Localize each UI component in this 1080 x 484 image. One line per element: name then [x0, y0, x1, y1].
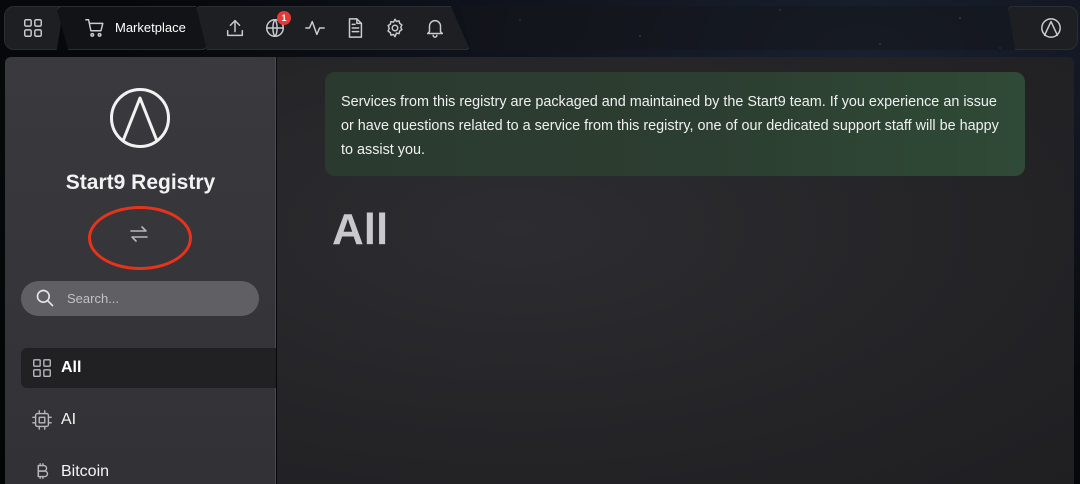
main-content: Services from this registry are packaged…: [277, 57, 1074, 484]
marketplace-label[interactable]: Marketplace: [115, 20, 186, 35]
sidebar: Start9 Registry All AI Bitcoin: [5, 57, 276, 484]
category-all[interactable]: All: [21, 348, 276, 388]
registry-title: Start9 Registry: [65, 171, 216, 194]
category-label: AI: [61, 411, 77, 428]
apps-grid-icon[interactable]: [19, 14, 47, 42]
document-icon[interactable]: [341, 14, 369, 42]
bell-icon[interactable]: [421, 14, 449, 42]
notification-badge: 1: [277, 11, 291, 25]
switch-registry-icon[interactable]: [127, 222, 151, 246]
search-bar[interactable]: [21, 281, 259, 316]
category-bitcoin[interactable]: Bitcoin: [21, 452, 276, 484]
registry-notice: Services from this registry are packaged…: [325, 72, 1025, 176]
start9-logo-icon[interactable]: [1037, 14, 1065, 42]
top-bar-spacer: [460, 6, 1020, 50]
search-input[interactable]: [67, 281, 247, 316]
activity-icon[interactable]: [301, 14, 329, 42]
bitcoin-icon: [37, 463, 49, 480]
chip-icon: [32, 410, 52, 430]
globe-icon[interactable]: 1: [261, 11, 291, 42]
category-label: All: [61, 359, 82, 376]
upload-icon[interactable]: [221, 14, 249, 42]
registry-logo-icon: [109, 87, 171, 149]
gear-icon[interactable]: [381, 14, 409, 42]
category-ai[interactable]: AI: [21, 400, 276, 440]
page-title: All: [332, 205, 389, 254]
search-icon: [36, 289, 54, 307]
top-bar: Marketplace 1: [0, 0, 1080, 56]
category-label: Bitcoin: [61, 463, 110, 480]
grid-icon: [33, 359, 51, 377]
cart-icon[interactable]: [81, 14, 109, 42]
